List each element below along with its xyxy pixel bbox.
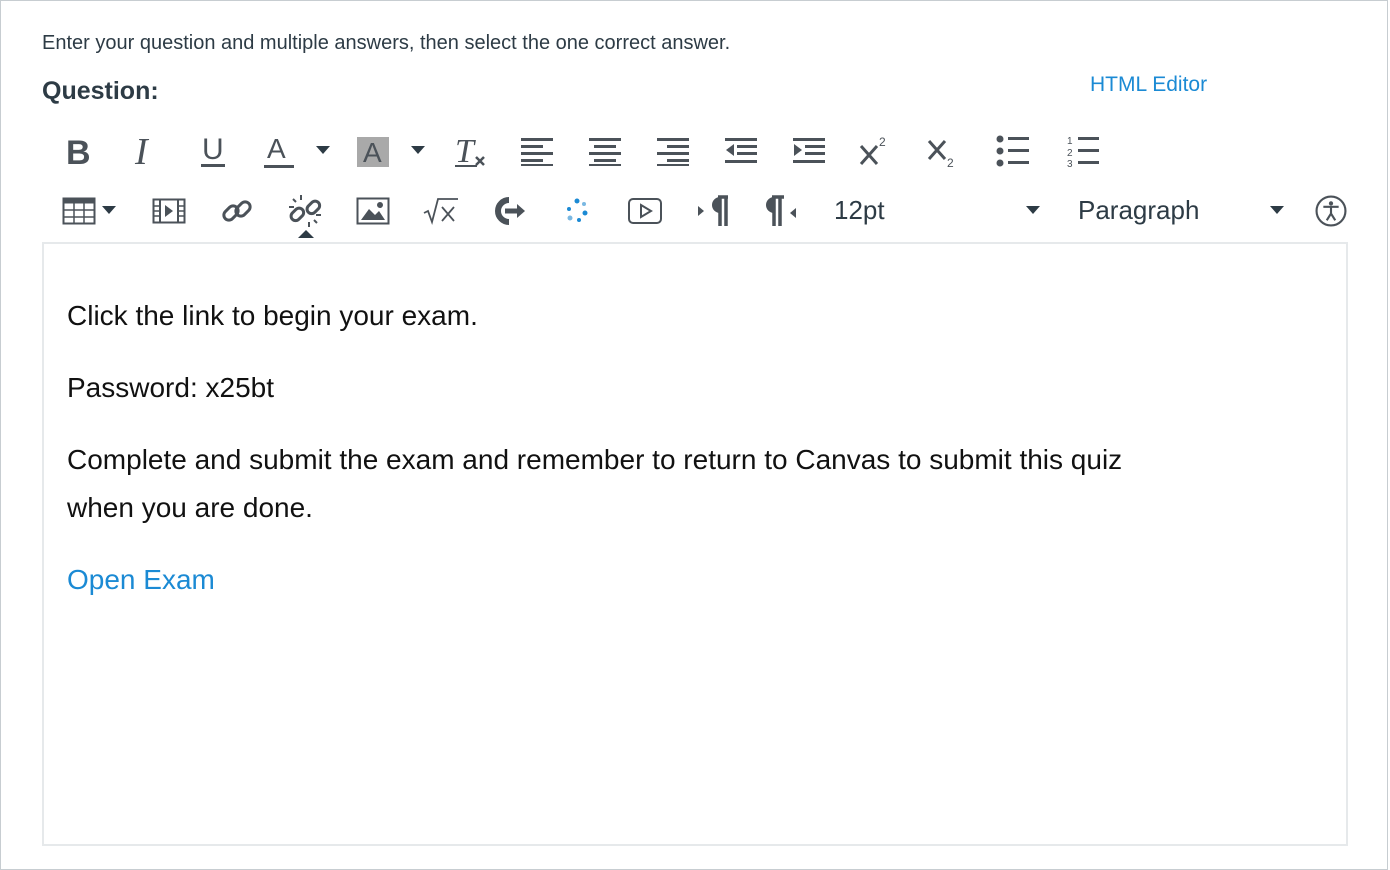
svg-text:2: 2 <box>879 135 886 149</box>
image-icon[interactable] <box>350 190 396 232</box>
svg-text:A: A <box>363 137 382 168</box>
editor-paragraph: when you are done. <box>67 492 313 523</box>
svg-text:2: 2 <box>1067 148 1073 159</box>
font-size-select[interactable]: 12pt <box>834 195 885 226</box>
bold-icon[interactable]: B <box>54 130 100 172</box>
open-exam-link[interactable]: Open Exam <box>67 564 215 595</box>
font-size-dropdown-caret[interactable] <box>1026 206 1040 214</box>
svg-text:A: A <box>267 133 286 164</box>
rich-content-editor[interactable]: Click the link to begin your exam. Passw… <box>42 242 1348 846</box>
link-icon[interactable] <box>214 190 260 232</box>
superscript-icon[interactable]: 2 <box>852 130 898 172</box>
text-color-icon[interactable]: A <box>256 130 302 172</box>
svg-text:I: I <box>134 134 150 168</box>
block-format-dropdown-caret[interactable] <box>1270 206 1284 214</box>
question-label: Question: <box>42 77 159 105</box>
equation-icon[interactable] <box>418 190 464 232</box>
indent-icon[interactable] <box>786 130 832 172</box>
editor-paragraph: Password: x25bt <box>67 372 274 403</box>
block-format-select[interactable]: Paragraph <box>1078 195 1199 226</box>
svg-text:1: 1 <box>1067 136 1073 147</box>
html-editor-link[interactable]: HTML Editor <box>1090 73 1207 97</box>
svg-text:U: U <box>202 133 224 166</box>
text-color-dropdown-caret[interactable] <box>316 146 330 154</box>
svg-text:T: T <box>455 133 476 170</box>
svg-text:3: 3 <box>1067 159 1073 168</box>
subscript-icon[interactable]: 2 <box>920 130 966 172</box>
underline-icon[interactable]: U <box>190 130 236 172</box>
table-icon[interactable] <box>56 190 102 232</box>
align-right-icon[interactable] <box>650 130 696 172</box>
numbered-list-icon[interactable]: 123 <box>1060 130 1106 172</box>
background-color-dropdown-caret[interactable] <box>411 146 425 154</box>
rtl-paragraph-icon[interactable] <box>758 190 804 232</box>
lti-tool-icon[interactable] <box>486 190 532 232</box>
media-icon[interactable] <box>146 190 192 232</box>
outdent-icon[interactable] <box>718 130 764 172</box>
accessibility-icon[interactable] <box>1314 190 1348 232</box>
align-left-icon[interactable] <box>514 130 560 172</box>
clear-formatting-icon[interactable]: T <box>446 130 492 172</box>
align-center-icon[interactable] <box>582 130 628 172</box>
active-tool-indicator <box>298 230 314 238</box>
embed-video-icon[interactable] <box>622 190 668 232</box>
instructions-text: Enter your question and multiple answers… <box>42 32 731 54</box>
table-dropdown-caret[interactable] <box>102 206 116 214</box>
bulleted-list-icon[interactable] <box>990 130 1036 172</box>
svg-text:B: B <box>66 134 91 168</box>
editor-paragraph: Complete and submit the exam and remembe… <box>67 444 1123 475</box>
background-color-icon[interactable]: A <box>350 130 396 172</box>
svg-text:2: 2 <box>947 156 954 169</box>
italic-icon[interactable]: I <box>122 130 168 172</box>
unlink-icon[interactable] <box>282 190 328 232</box>
ltr-paragraph-icon[interactable] <box>690 190 736 232</box>
editor-paragraph: Click the link to begin your exam. <box>67 300 478 331</box>
loading-spinner-icon <box>554 190 600 232</box>
